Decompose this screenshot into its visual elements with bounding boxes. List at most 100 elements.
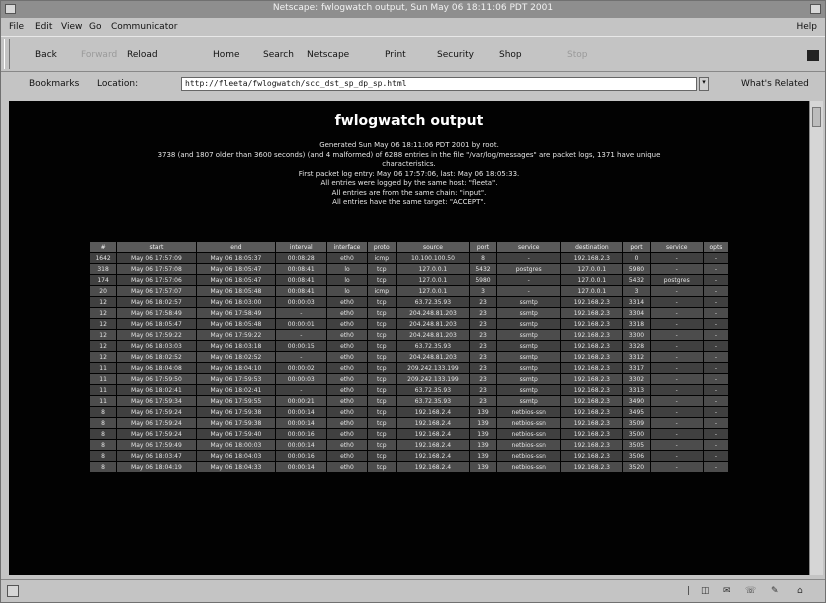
- table-cell: -: [276, 330, 327, 340]
- report-summary: Generated Sun May 06 18:11:06 PDT 2001 b…: [29, 141, 789, 208]
- table-row: 12 May 06 17:59:22 May 06 17:59:22- eth0 tcp…: [90, 330, 728, 340]
- table-cell: 8: [90, 418, 117, 428]
- table-cell: -: [703, 440, 728, 450]
- discussion-component-icon[interactable]: ☏: [745, 586, 756, 596]
- menu-edit[interactable]: Edit: [35, 22, 52, 32]
- summary-line: 3738 (and 1807 older than 3600 seconds) …: [157, 150, 661, 159]
- table-cell: 192.168.2.3: [561, 363, 623, 373]
- title-bar: Netscape: fwlogwatch output, Sun May 06 …: [1, 1, 825, 18]
- toolbar-grip[interactable]: [4, 39, 10, 69]
- mail-component-icon[interactable]: ✉: [723, 586, 731, 596]
- reload-button[interactable]: Reload: [127, 50, 158, 60]
- url-input[interactable]: http://fleeta/fwlogwatch/scc_dst_sp_dp_s…: [181, 77, 697, 91]
- table-cell: May 06 18:03:18: [196, 341, 276, 351]
- column-header: start: [117, 242, 196, 252]
- table-cell: 139: [469, 440, 497, 450]
- table-cell: eth0: [327, 385, 367, 395]
- print-button[interactable]: Print: [385, 50, 406, 60]
- back-button[interactable]: Back: [35, 50, 57, 60]
- table-cell: -: [497, 286, 561, 296]
- table-cell: 3505: [623, 440, 650, 450]
- menu-help[interactable]: Help: [796, 22, 817, 32]
- whats-related-button[interactable]: What's Related: [741, 79, 809, 89]
- table-cell: 12: [90, 297, 117, 307]
- search-button[interactable]: Search: [263, 50, 294, 60]
- table-cell: 8: [90, 462, 117, 472]
- table-cell: 8: [90, 440, 117, 450]
- menu-file[interactable]: File: [9, 22, 24, 32]
- table-cell: tcp: [367, 319, 396, 329]
- table-cell: 192.168.2.3: [561, 308, 623, 318]
- table-cell: -: [650, 363, 703, 373]
- table-cell: -: [650, 418, 703, 428]
- table-cell: 139: [469, 418, 497, 428]
- security-button[interactable]: Security: [437, 50, 474, 60]
- table-cell: May 06 17:57:07: [117, 286, 196, 296]
- composer-component-icon[interactable]: ✎: [771, 586, 779, 596]
- menu-view[interactable]: View: [61, 22, 82, 32]
- table-cell: May 06 18:04:08: [117, 363, 196, 373]
- security-lock-icon[interactable]: [7, 585, 19, 597]
- table-cell: 00:00:03: [276, 374, 327, 384]
- browser-window: Netscape: fwlogwatch output, Sun May 06 …: [0, 0, 826, 603]
- table-cell: tcp: [367, 407, 396, 417]
- table-cell: 3506: [623, 451, 650, 461]
- table-cell: 23: [469, 374, 497, 384]
- stop-button[interactable]: Stop: [567, 50, 587, 60]
- table-cell: 00:08:28: [276, 253, 327, 263]
- table-cell: 139: [469, 429, 497, 439]
- table-cell: eth0: [327, 462, 367, 472]
- table-cell: -: [497, 253, 561, 263]
- table-cell: 318: [90, 264, 117, 274]
- table-cell: eth0: [327, 308, 367, 318]
- table-cell: 3: [469, 286, 497, 296]
- shop-button[interactable]: Shop: [499, 50, 522, 60]
- bookmarks-button[interactable]: Bookmarks: [29, 79, 79, 89]
- table-cell: tcp: [367, 462, 396, 472]
- table-cell: 204.248.81.203: [396, 330, 469, 340]
- table-cell: icmp: [367, 253, 396, 263]
- table-cell: -: [703, 407, 728, 417]
- table-cell: tcp: [367, 374, 396, 384]
- url-dropdown-button[interactable]: ▾: [699, 77, 709, 91]
- table-cell: -: [703, 341, 728, 351]
- table-cell: 00:00:01: [276, 319, 327, 329]
- column-header: port: [469, 242, 497, 252]
- table-cell: netbios-ssn: [497, 451, 561, 461]
- table-cell: tcp: [367, 363, 396, 373]
- table-cell: 204.248.81.203: [396, 352, 469, 362]
- table-cell: eth0: [327, 429, 367, 439]
- table-cell: -: [276, 352, 327, 362]
- summary-line: All entries have the same target: "ACCEP…: [332, 198, 486, 206]
- table-cell: 192.168.2.3: [561, 297, 623, 307]
- table-cell: 192.168.2.3: [561, 407, 623, 417]
- table-cell: 00:00:16: [276, 451, 327, 461]
- table-cell: lo: [327, 275, 367, 285]
- table-cell: 192.168.2.3: [561, 396, 623, 406]
- table-cell: 5980: [623, 264, 650, 274]
- table-cell: 00:08:41: [276, 286, 327, 296]
- menu-go[interactable]: Go: [89, 22, 101, 32]
- table-cell: 00:08:41: [276, 264, 327, 274]
- table-cell: May 06 17:59:24: [117, 429, 196, 439]
- netscape-button[interactable]: Netscape: [307, 50, 349, 60]
- window-close-button[interactable]: [810, 4, 821, 14]
- address-book-icon[interactable]: ⌂: [797, 586, 803, 596]
- table-cell: 174: [90, 275, 117, 285]
- scrollbar-thumb[interactable]: [812, 107, 821, 127]
- menu-communicator[interactable]: Communicator: [111, 22, 177, 32]
- table-cell: ssmtp: [497, 352, 561, 362]
- navigator-component-icon[interactable]: ◫: [701, 586, 710, 596]
- forward-button[interactable]: Forward: [81, 50, 117, 60]
- home-button[interactable]: Home: [213, 50, 240, 60]
- table-cell: 192.168.2.4: [396, 429, 469, 439]
- table-cell: 192.168.2.3: [561, 440, 623, 450]
- table-cell: eth0: [327, 319, 367, 329]
- table-cell: ssmtp: [497, 385, 561, 395]
- table-cell: -: [703, 286, 728, 296]
- table-cell: 00:00:15: [276, 341, 327, 351]
- vertical-scrollbar[interactable]: [809, 101, 823, 575]
- table-cell: -: [703, 319, 728, 329]
- table-cell: -: [650, 286, 703, 296]
- table-cell: 23: [469, 297, 497, 307]
